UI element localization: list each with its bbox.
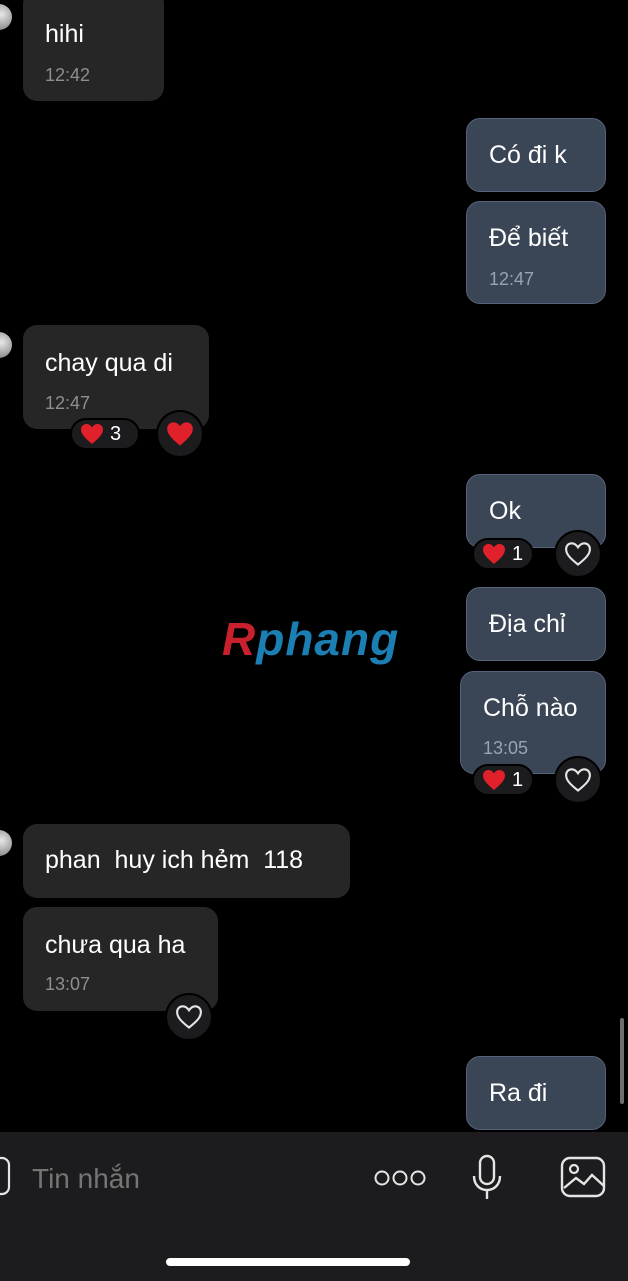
message-time: 12:47 xyxy=(45,393,91,413)
message-text: Ra đi xyxy=(489,1079,548,1107)
message-text: Để biết xyxy=(489,224,569,252)
reaction-count-value: 3 xyxy=(110,422,122,445)
message-text: Địa chỉ xyxy=(489,610,566,638)
camera-icon[interactable] xyxy=(0,1156,12,1196)
message-text: phan huy ich hẻm 118 xyxy=(45,846,304,874)
home-indicator[interactable] xyxy=(166,1258,410,1266)
outgoing-message[interactable]: Địa chỉ xyxy=(466,587,606,661)
watermark-logo: Rphang xyxy=(222,613,400,665)
message-time: 12:42 xyxy=(45,65,91,85)
reaction-count[interactable]: 1 xyxy=(472,764,534,796)
sender-avatar[interactable] xyxy=(0,830,12,856)
heart-icon xyxy=(483,770,505,790)
outgoing-message[interactable]: Ra đi xyxy=(466,1056,606,1130)
reaction-count[interactable]: 1 xyxy=(472,538,534,570)
reaction-count-value: 1 xyxy=(512,768,524,791)
heart-outline-icon xyxy=(565,768,591,792)
incoming-message[interactable]: phan huy ich hẻm 118 xyxy=(23,824,350,898)
message-text: Ok xyxy=(489,497,521,525)
voice-button[interactable] xyxy=(470,1154,504,1202)
heart-icon xyxy=(483,544,505,564)
message-text: Chỗ nào xyxy=(483,694,578,722)
heart-icon xyxy=(167,422,193,446)
heart-outline-icon xyxy=(176,1005,202,1029)
message-time: 13:05 xyxy=(483,738,529,758)
message-text: Có đi k xyxy=(489,141,567,169)
more-button[interactable] xyxy=(374,1166,426,1190)
sender-avatar[interactable] xyxy=(0,4,12,30)
outgoing-message[interactable]: Có đi k xyxy=(466,118,606,192)
message-text: chưa qua ha xyxy=(45,931,186,959)
reaction-count[interactable]: 3 xyxy=(70,418,140,450)
heart-outline-icon xyxy=(565,542,591,566)
react-button[interactable] xyxy=(156,410,204,458)
react-button[interactable] xyxy=(554,530,602,578)
microphone-icon xyxy=(472,1154,502,1199)
incoming-message[interactable]: hihi 12:42 xyxy=(23,0,164,101)
heart-icon xyxy=(81,424,103,444)
scrollbar[interactable] xyxy=(620,1018,624,1104)
message-time: 12:47 xyxy=(489,269,535,289)
message-text: hihi xyxy=(45,20,84,48)
image-button[interactable] xyxy=(560,1156,606,1198)
image-icon xyxy=(560,1156,606,1198)
sender-avatar[interactable] xyxy=(0,332,12,358)
react-button[interactable] xyxy=(165,993,213,1041)
message-input[interactable] xyxy=(30,1156,354,1202)
more-icon xyxy=(374,1170,426,1186)
message-text: chay qua di xyxy=(45,349,173,377)
react-button[interactable] xyxy=(554,756,602,804)
outgoing-message[interactable]: Để biết 12:47 xyxy=(466,201,606,304)
message-time: 13:07 xyxy=(45,974,91,994)
reaction-count-value: 1 xyxy=(512,542,524,565)
